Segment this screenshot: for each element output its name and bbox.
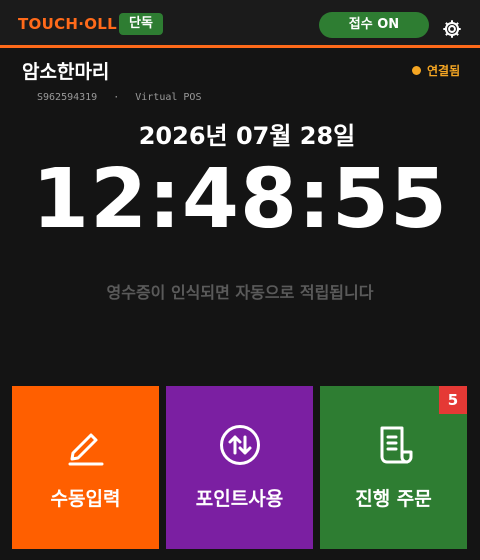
pending-orders-button[interactable]: 5 진행 주문 xyxy=(320,386,467,549)
use-points-label: 포인트사용 xyxy=(195,488,284,510)
pos-type: Virtual POS xyxy=(135,92,202,103)
current-time: 12:48:55 xyxy=(32,152,448,247)
pending-orders-label: 진행 주문 xyxy=(355,488,432,510)
device-id: S962594319 xyxy=(37,92,98,103)
receipt-icon xyxy=(380,426,412,464)
exchange-arrows-icon xyxy=(219,425,260,465)
pencil-icon xyxy=(68,433,103,466)
use-points-button[interactable]: 포인트사용 xyxy=(166,386,313,549)
accept-toggle-button[interactable]: 접수 ON xyxy=(319,12,429,38)
receipt-hint: 영수증이 인식되면 자동으로 적립됩니다 xyxy=(106,283,374,302)
gear-icon[interactable] xyxy=(441,18,463,40)
status-dot-icon xyxy=(412,66,421,75)
device-info: S962594319 · Virtual POS xyxy=(37,92,201,103)
device-separator: · xyxy=(113,92,120,103)
manual-entry-button[interactable]: 수동입력 xyxy=(12,386,159,549)
order-count-badge: 5 xyxy=(439,386,467,414)
action-tiles: 수동입력 포인트사용 5 진행 주문 xyxy=(12,386,467,549)
manual-entry-label: 수동입력 xyxy=(50,488,121,510)
connection-status-label: 연결됨 xyxy=(427,64,461,78)
top-bar: TOUCH·OLL 단독 접수 ON xyxy=(0,0,480,48)
brand-logo: TOUCH·OLL xyxy=(18,15,117,33)
current-date: 2026년 07월 28일 xyxy=(138,122,356,150)
store-name: 암소한마리 xyxy=(22,61,110,83)
mode-badge: 단독 xyxy=(119,13,163,35)
connection-status: 연결됨 xyxy=(412,62,460,79)
